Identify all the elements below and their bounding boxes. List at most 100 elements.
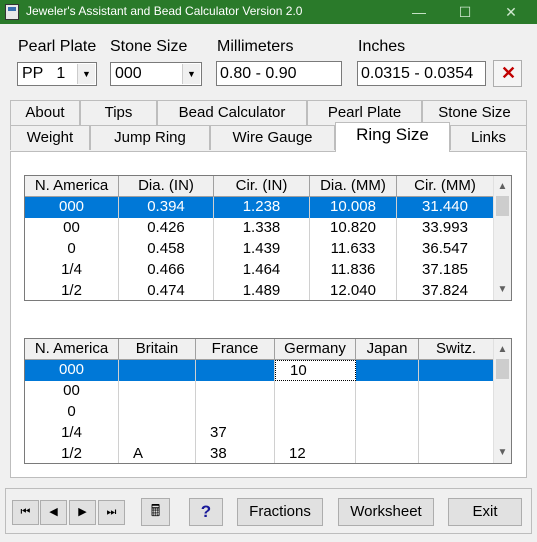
calculator-button[interactable]: 🖩 [141, 498, 170, 526]
column-header[interactable]: Japan [356, 339, 419, 360]
close-button[interactable]: ✕ [489, 0, 533, 24]
column-header[interactable]: Switz. [419, 339, 494, 360]
scroll-up-icon[interactable]: ▲ [494, 178, 511, 195]
table-cell [419, 423, 494, 444]
column-header[interactable]: Germany [275, 339, 356, 360]
vertical-scrollbar[interactable]: ▲ ▼ [493, 176, 511, 300]
table-cell: 37.824 [397, 281, 494, 300]
table-cell: 33.993 [397, 218, 494, 239]
table-cell: 37 [196, 423, 275, 444]
vertical-scrollbar[interactable]: ▲ ▼ [493, 339, 511, 463]
table-row[interactable]: 000 0.394 1.238 10.008 31.440 [25, 197, 494, 218]
previous-record-button[interactable]: ◀ [40, 500, 67, 525]
table-cell: 36.547 [397, 239, 494, 260]
tab-weight[interactable]: Weight [10, 125, 90, 150]
inches-field[interactable]: 0.0315 - 0.0354 [357, 61, 486, 86]
table-cell: 0.394 [119, 197, 214, 218]
table-cell: 10.008 [310, 197, 397, 218]
chevron-down-icon[interactable]: ▼ [182, 64, 200, 84]
scroll-up-icon[interactable]: ▲ [494, 341, 511, 358]
table-row[interactable]: 000 10 [25, 360, 494, 381]
column-header[interactable]: N. America [25, 339, 119, 360]
table-cell: 1/2 [25, 444, 119, 463]
table-cell [275, 381, 356, 402]
tab-wire-gauge[interactable]: Wire Gauge [210, 125, 335, 150]
close-icon: ✕ [501, 63, 517, 83]
minimize-button[interactable]: — [397, 0, 441, 24]
stone-size-select[interactable]: 000 ▼ [110, 62, 202, 86]
table-cell: 12 [275, 444, 356, 463]
tab-tips[interactable]: Tips [80, 100, 157, 125]
title-bar: Jeweler's Assistant and Bead Calculator … [0, 0, 537, 24]
table-cell: 1.439 [214, 239, 310, 260]
table-row[interactable]: 0 [25, 402, 494, 423]
table-row[interactable]: 1/2 A 38 12 [25, 444, 494, 463]
table-header: N. America Britain France Germany Japan … [25, 339, 494, 360]
window-title: Jeweler's Assistant and Bead Calculator … [26, 4, 303, 18]
scroll-thumb[interactable] [496, 359, 509, 379]
ring-size-dimensions-table[interactable]: N. America Dia. (IN) Cir. (IN) Dia. (MM)… [24, 175, 512, 301]
table-cell [419, 360, 494, 381]
table-cell [356, 381, 419, 402]
table-cell: 0 [25, 239, 119, 260]
tab-jump-ring[interactable]: Jump Ring [90, 125, 210, 150]
table-row[interactable]: 1/4 37 [25, 423, 494, 444]
column-header[interactable]: Cir. (IN) [214, 176, 310, 197]
scroll-down-icon[interactable]: ▼ [494, 281, 511, 298]
fractions-button[interactable]: Fractions [237, 498, 323, 526]
column-header[interactable]: Britain [119, 339, 196, 360]
table-cell: 11.836 [310, 260, 397, 281]
table-cell [119, 423, 196, 444]
first-record-button[interactable]: ⏮ [12, 500, 39, 525]
table-row[interactable]: 1/2 0.474 1.489 12.040 37.824 [25, 281, 494, 300]
app-icon [5, 4, 19, 20]
next-record-button[interactable]: ▶ [69, 500, 96, 525]
scroll-down-icon[interactable]: ▼ [494, 444, 511, 461]
table-cell [356, 444, 419, 463]
table-row[interactable]: 00 [25, 381, 494, 402]
last-record-button[interactable]: ⏭ [98, 500, 125, 525]
column-header[interactable]: Dia. (MM) [310, 176, 397, 197]
millimeters-field[interactable]: 0.80 - 0.90 [216, 61, 342, 86]
scroll-thumb[interactable] [496, 196, 509, 216]
table-header: N. America Dia. (IN) Cir. (IN) Dia. (MM)… [25, 176, 494, 197]
table-row[interactable]: 0 0.458 1.439 11.633 36.547 [25, 239, 494, 260]
table-cell: 1.464 [214, 260, 310, 281]
table-cell: 000 [25, 197, 119, 218]
table-cell: 10.820 [310, 218, 397, 239]
table-row[interactable]: 00 0.426 1.338 10.820 33.993 [25, 218, 494, 239]
pearl-plate-label: Pearl Plate [18, 38, 97, 55]
column-header[interactable]: Cir. (MM) [397, 176, 494, 197]
clear-button[interactable]: ✕ [493, 60, 522, 87]
pearl-plate-select[interactable]: PP 1 ▼ [17, 62, 97, 86]
table-cell [196, 402, 275, 423]
table-cell: 1.238 [214, 197, 310, 218]
column-header[interactable]: France [196, 339, 275, 360]
column-header[interactable]: N. America [25, 176, 119, 197]
stone-size-label: Stone Size [110, 38, 188, 55]
table-cell: 31.440 [397, 197, 494, 218]
column-header[interactable]: Dia. (IN) [119, 176, 214, 197]
millimeters-label: Millimeters [217, 38, 294, 55]
chevron-down-icon[interactable]: ▼ [77, 64, 95, 84]
tab-bead-calculator[interactable]: Bead Calculator [157, 100, 307, 125]
tab-about[interactable]: About [10, 100, 80, 125]
ring-size-international-table[interactable]: N. America Britain France Germany Japan … [24, 338, 512, 464]
inches-value: 0.0315 - 0.0354 [361, 65, 474, 82]
table-row[interactable]: 1/4 0.466 1.464 11.836 37.185 [25, 260, 494, 281]
worksheet-button[interactable]: Worksheet [338, 498, 434, 526]
table-cell [275, 423, 356, 444]
tab-ring-size[interactable]: Ring Size [335, 122, 450, 152]
inches-label: Inches [358, 38, 406, 55]
table-cell: 1/2 [25, 281, 119, 300]
table-cell [419, 402, 494, 423]
help-icon: ? [200, 502, 212, 521]
maximize-button[interactable]: ☐ [443, 0, 487, 24]
table-cell: 37.185 [397, 260, 494, 281]
table-cell [119, 381, 196, 402]
exit-button[interactable]: Exit [448, 498, 522, 526]
table-cell [356, 402, 419, 423]
help-button[interactable]: ? [189, 498, 223, 526]
table-cell: 0 [25, 402, 119, 423]
tab-links[interactable]: Links [450, 125, 527, 150]
